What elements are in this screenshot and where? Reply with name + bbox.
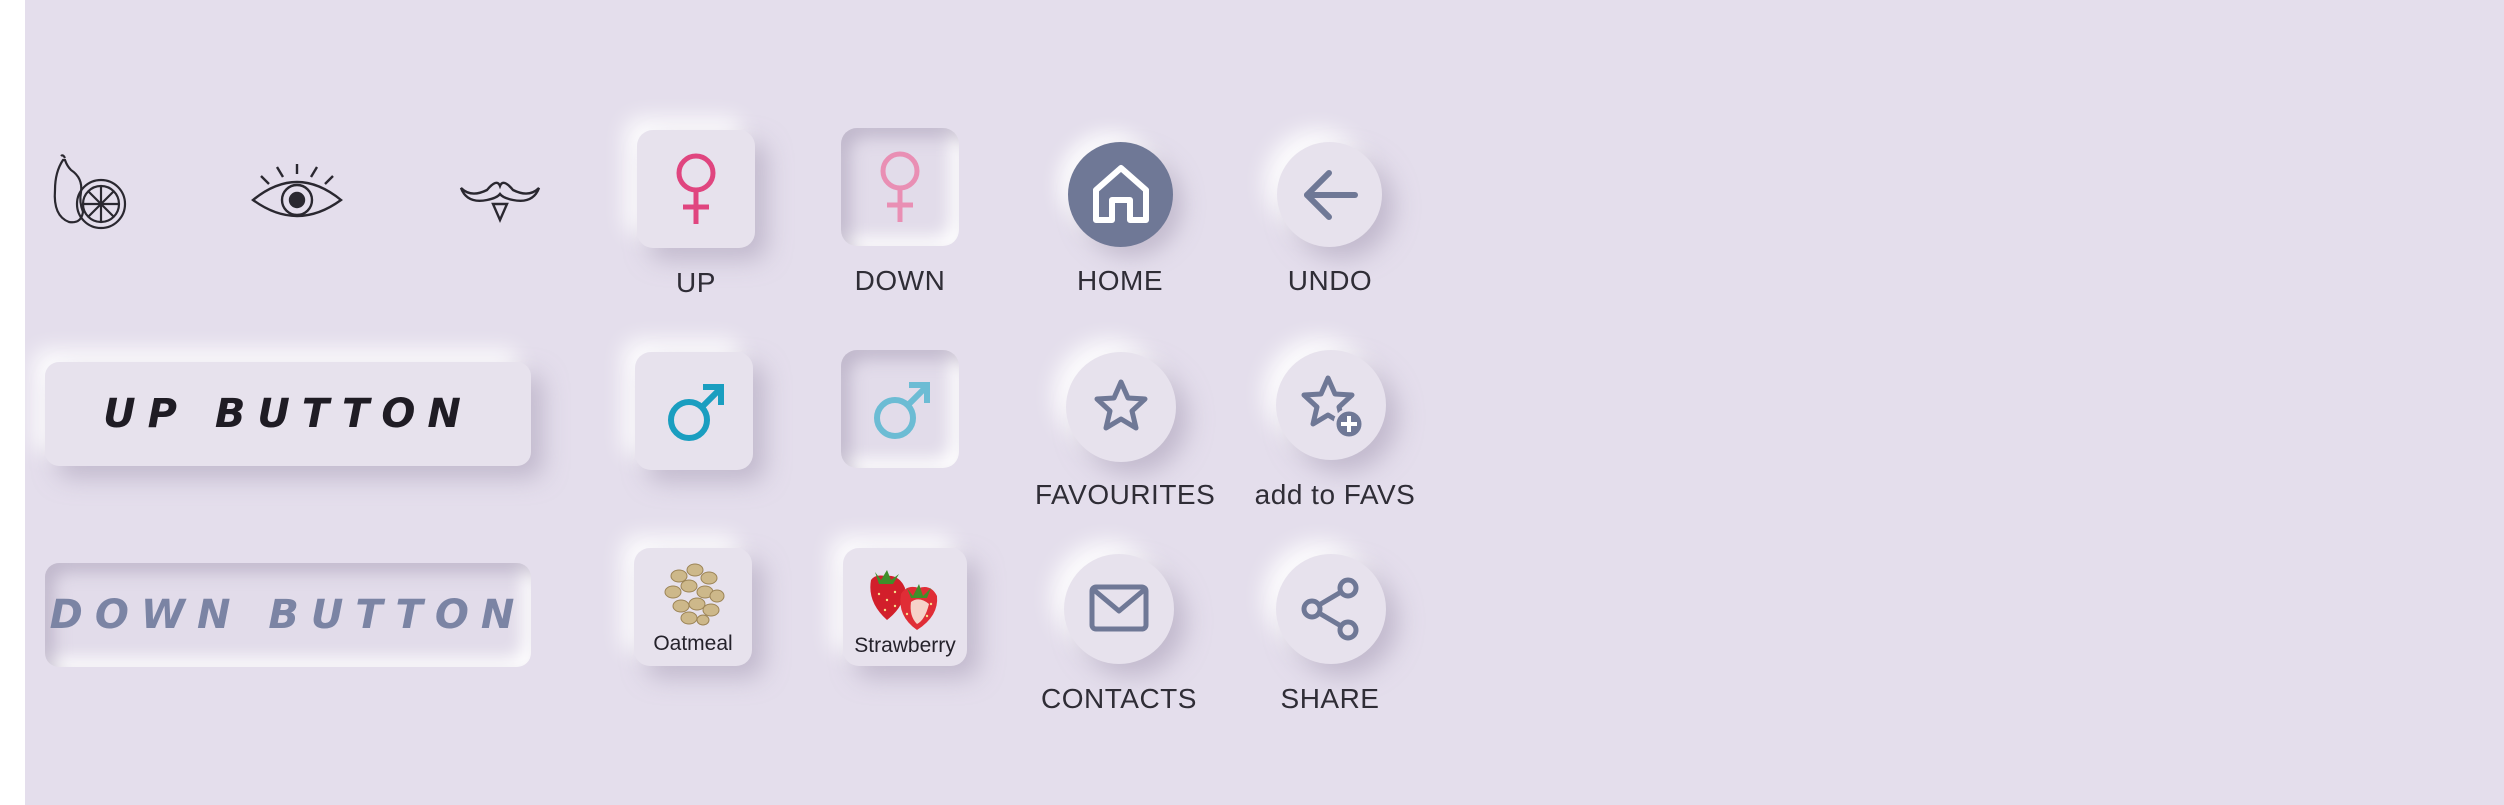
share-icon	[1298, 576, 1364, 642]
mail-icon	[1089, 584, 1149, 632]
strawberry-label: Strawberry	[854, 634, 956, 657]
up-label: UP	[676, 267, 716, 298]
favourites-label: FAVOURITES	[1035, 479, 1216, 510]
oatmeal-label: Oatmeal	[653, 632, 733, 655]
canvas: UP BUTTON DOWN BUTTON UP DOWN HOME UNDO …	[25, 0, 2504, 805]
add-to-favs-button[interactable]	[1276, 350, 1386, 460]
home-button[interactable]	[1068, 142, 1173, 247]
star-icon	[1093, 378, 1149, 434]
male-icon	[871, 378, 933, 442]
arrow-left-icon	[1301, 168, 1359, 222]
male-down-button[interactable]	[841, 350, 959, 468]
strawberry-button[interactable]: Strawberry	[843, 548, 967, 666]
female-down-button[interactable]	[841, 128, 959, 246]
add-to-favs-label: add to FAVS	[1254, 479, 1416, 510]
mustache-icon	[457, 168, 543, 228]
contacts-label: CONTACTS	[1041, 683, 1197, 714]
undo-label: UNDO	[1287, 265, 1373, 296]
oatmeal-button[interactable]: Oatmeal	[634, 548, 752, 666]
star-add-icon	[1300, 374, 1368, 442]
strawberry-image	[865, 558, 945, 632]
female-icon	[671, 152, 721, 226]
eye-icon	[249, 160, 345, 230]
home-icon	[1088, 160, 1154, 226]
up-button[interactable]: UP BUTTON	[45, 362, 531, 466]
male-up-button[interactable]	[635, 352, 753, 470]
fruit-icon	[47, 150, 129, 232]
home-label: HOME	[1077, 265, 1163, 296]
contacts-button[interactable]	[1064, 554, 1174, 664]
down-button[interactable]: DOWN BUTTON	[45, 563, 531, 667]
down-label: DOWN	[854, 265, 946, 296]
oatmeal-image	[659, 560, 727, 626]
undo-button[interactable]	[1277, 142, 1382, 247]
male-icon	[665, 380, 727, 444]
female-up-button[interactable]	[637, 130, 755, 248]
female-icon	[875, 150, 925, 224]
share-label: SHARE	[1280, 683, 1380, 714]
favourites-button[interactable]	[1066, 352, 1176, 462]
share-button[interactable]	[1276, 554, 1386, 664]
